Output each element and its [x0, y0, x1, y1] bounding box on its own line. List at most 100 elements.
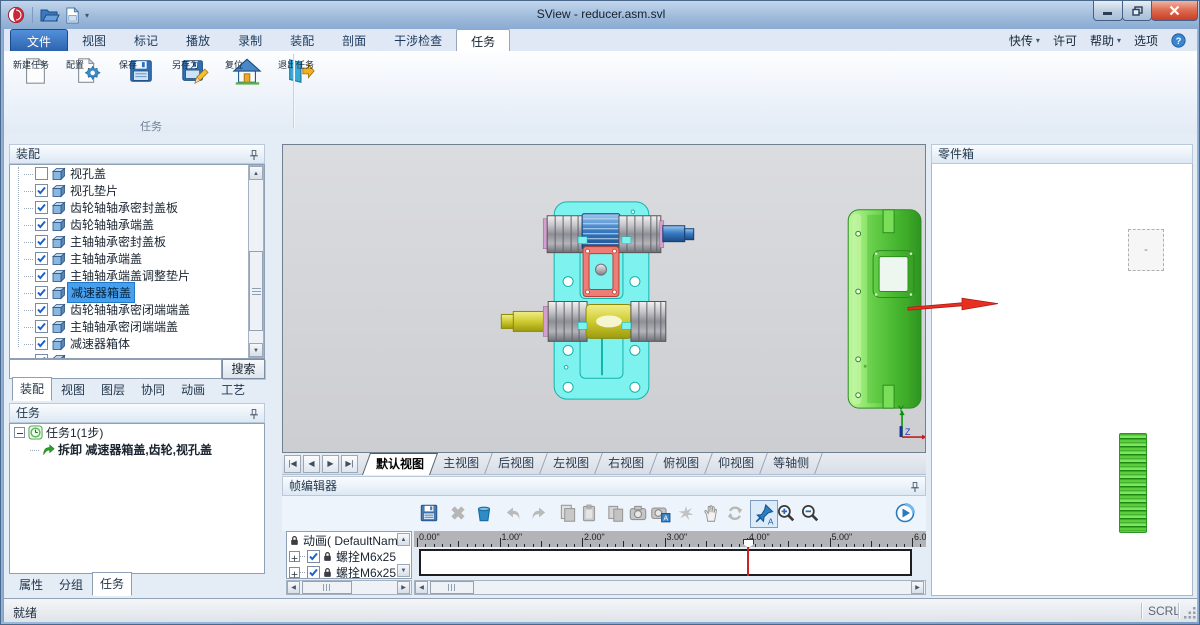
part-checkbox[interactable]: [35, 286, 48, 299]
assembly-tree-row[interactable]: 齿轮轴轴承端盖: [10, 216, 264, 233]
pin-icon[interactable]: [248, 149, 260, 161]
panel-tab[interactable]: 装配: [12, 377, 52, 401]
pin-a-tool-icon[interactable]: A: [750, 500, 778, 528]
animation-item-row[interactable]: 螺拴M6x25: [287, 564, 411, 579]
view-tab[interactable]: 主视图: [430, 453, 493, 474]
duplicate-tool-icon[interactable]: [605, 502, 627, 524]
zoom-in-tool-icon[interactable]: [775, 502, 797, 524]
collapse-icon[interactable]: [14, 427, 25, 438]
panel-tab[interactable]: 分组: [52, 574, 90, 596]
delete-tool-icon[interactable]: [447, 502, 469, 524]
animation-root-row[interactable]: 动画( DefaultName: [287, 532, 411, 548]
view-tab[interactable]: 等轴侧: [760, 453, 823, 474]
save-as-button[interactable]: 另存为: [169, 54, 219, 88]
part-checkbox[interactable]: [35, 320, 48, 333]
qa-dropdown-icon[interactable]: ▾: [85, 11, 89, 20]
timeline-hscrollbar[interactable]: [414, 580, 926, 595]
restore-button[interactable]: [1122, 1, 1152, 21]
ribbon-tab[interactable]: 录制: [224, 29, 276, 51]
timeline-ruler[interactable]: 0.00"1.00"2.00"3.00"4.00"5.00"6.00": [414, 531, 926, 547]
scroll-right-icon[interactable]: ▶: [911, 581, 924, 594]
new-task-button[interactable]: 新建任务: [10, 54, 60, 88]
task-step-row[interactable]: 拆卸 减速器箱盖,齿轮,视孔盖: [10, 441, 264, 458]
redo-tool-icon[interactable]: [527, 502, 549, 524]
spray-tool-icon[interactable]: [675, 502, 697, 524]
item-checkbox[interactable]: [307, 550, 320, 563]
panel-tab[interactable]: 工艺: [214, 379, 252, 401]
scroll-thumb[interactable]: [249, 251, 263, 331]
part-checkbox[interactable]: [35, 201, 48, 214]
app-logo-icon[interactable]: [7, 6, 25, 24]
timeline-track[interactable]: [419, 549, 912, 576]
panel-tab[interactable]: 任务: [92, 572, 132, 596]
next-view-icon[interactable]: ▶: [322, 455, 339, 473]
assembly-tree-row[interactable]: 视孔垫片: [10, 182, 264, 199]
config-button[interactable]: 配置: [63, 54, 113, 88]
part-checkbox[interactable]: [35, 184, 48, 197]
part-checkbox[interactable]: [35, 218, 48, 231]
assembly-tree-row[interactable]: 减速器箱体: [10, 335, 264, 352]
viewport-3d[interactable]: Y Z: [282, 144, 926, 453]
save-tool-icon[interactable]: [418, 502, 440, 524]
zoom-out-tool-icon[interactable]: [799, 502, 821, 524]
ribbon-tab[interactable]: 装配: [276, 29, 328, 51]
part-label[interactable]: 减速器箱体: [67, 334, 133, 353]
minimize-button[interactable]: [1093, 1, 1123, 21]
menu-item[interactable]: 选项: [1134, 32, 1158, 49]
save-file-icon[interactable]: [65, 7, 80, 24]
undo-tool-icon[interactable]: [503, 502, 525, 524]
assembly-tree-row[interactable]: 齿轮轴轴承密闭端端盖: [10, 301, 264, 318]
ribbon-tab[interactable]: 任务: [456, 29, 510, 52]
panel-tab[interactable]: 动画: [174, 379, 212, 401]
save-task-button[interactable]: 保存: [116, 54, 166, 88]
scroll-thumb[interactable]: [430, 581, 474, 594]
ribbon-tab[interactable]: 文件: [10, 29, 68, 52]
title-bar[interactable]: ▾ SView - reducer.asm.svl: [1, 1, 1200, 29]
assembly-tree-row[interactable]: 齿轮轴轴承密封盖板: [10, 199, 264, 216]
part-checkbox[interactable]: [35, 337, 48, 350]
assembly-tree-row[interactable]: [10, 352, 264, 359]
reset-button[interactable]: 复位: [222, 54, 272, 88]
part-checkbox[interactable]: [35, 269, 48, 282]
copy-tool-icon[interactable]: [557, 502, 579, 524]
open-file-icon[interactable]: [40, 7, 60, 23]
assembly-tree-row[interactable]: 主轴轴承密封盖板: [10, 233, 264, 250]
close-button[interactable]: [1151, 1, 1198, 21]
view-tab[interactable]: 左视图: [540, 453, 603, 474]
ribbon-tab[interactable]: 播放: [172, 29, 224, 51]
help-icon[interactable]: ?: [1171, 33, 1186, 48]
expand-icon[interactable]: [289, 551, 300, 562]
assembly-tree-row[interactable]: 视孔盖: [10, 165, 264, 182]
pin-icon[interactable]: [909, 481, 921, 493]
trash-tool-icon[interactable]: [473, 502, 495, 524]
search-input[interactable]: [9, 359, 222, 379]
assembly-tree-row[interactable]: 主轴轴承端盖调整垫片: [10, 267, 264, 284]
paste-tool-icon[interactable]: [578, 502, 600, 524]
view-tab[interactable]: 后视图: [485, 453, 548, 474]
scroll-left-icon[interactable]: ◀: [415, 581, 428, 594]
ribbon-tab[interactable]: 视图: [68, 29, 120, 51]
play-tool-icon[interactable]: [894, 502, 916, 524]
resize-grip[interactable]: [1182, 605, 1197, 620]
scroll-left-icon[interactable]: ◀: [287, 581, 300, 594]
part-checkbox[interactable]: [35, 167, 48, 180]
refresh-tool-icon[interactable]: [724, 502, 746, 524]
view-tab[interactable]: 俯视图: [650, 453, 713, 474]
scroll-down-icon[interactable]: ▼: [397, 564, 410, 577]
part-checkbox[interactable]: [35, 303, 48, 316]
pin-icon[interactable]: [248, 408, 260, 420]
assembly-tree-row[interactable]: 主轴轴承端盖: [10, 250, 264, 267]
panel-tab[interactable]: 属性: [12, 574, 50, 596]
panel-tab[interactable]: 图层: [94, 379, 132, 401]
view-tab[interactable]: 默认视图: [362, 453, 438, 475]
assembly-tree-row[interactable]: 减速器箱盖: [10, 284, 264, 301]
scroll-up-icon[interactable]: ▲: [249, 166, 263, 180]
hand-tool-icon[interactable]: [700, 502, 722, 524]
ribbon-tab[interactable]: 剖面: [328, 29, 380, 51]
part-thumbnail-placeholder[interactable]: -: [1128, 229, 1164, 271]
panel-tab[interactable]: 协同: [134, 379, 172, 401]
prev-view-icon[interactable]: ◀: [303, 455, 320, 473]
part-checkbox[interactable]: [35, 235, 48, 248]
assembly-tree-row[interactable]: 主轴轴承密闭端端盖: [10, 318, 264, 335]
menu-item[interactable]: 快传▾: [1009, 32, 1040, 49]
